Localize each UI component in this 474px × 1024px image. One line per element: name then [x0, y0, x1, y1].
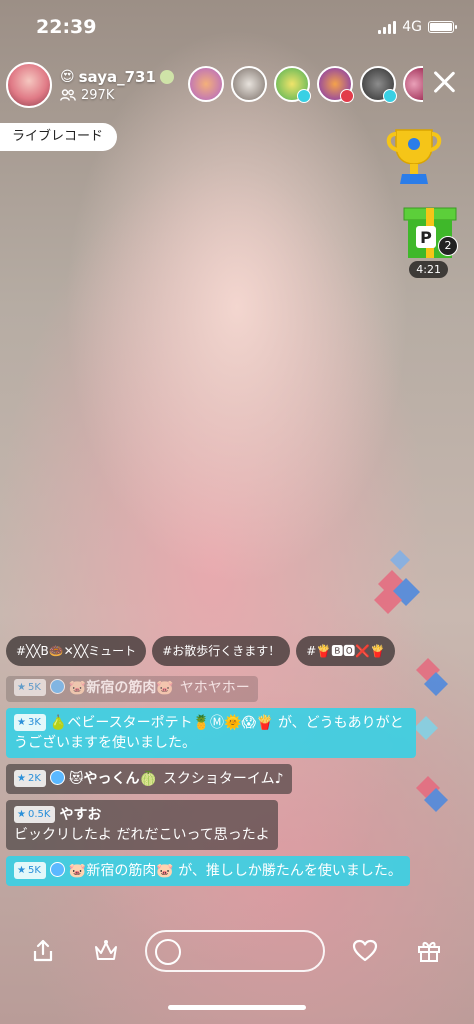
hashtag-chip[interactable]: #🍟🅱🅾❌🍟: [296, 636, 396, 666]
hashtag-row: #╳╳B🍩✕╳╳ミュート #お散歩行くきます！ #🍟🅱🅾❌🍟: [6, 636, 396, 666]
comment-item[interactable]: ★ 5K 🐷新宿の筋肉🐷 が、推ししか勝たんを使いました。: [6, 856, 410, 886]
star-icon: ★: [17, 773, 26, 784]
comment-icon: [155, 939, 181, 965]
viewer-avatar[interactable]: [231, 66, 267, 102]
status-indicators: 4G: [378, 19, 457, 35]
star-icon: ★: [17, 865, 26, 876]
viewer-avatar[interactable]: [403, 66, 423, 102]
heart-eyes-icon: 😍: [60, 68, 75, 85]
host-username: saya_731: [78, 67, 156, 86]
star-icon: ★: [17, 717, 26, 728]
trophy-icon[interactable]: [382, 124, 446, 188]
bottom-action-bar: [0, 926, 474, 976]
battery-icon: [428, 21, 457, 33]
viewer-avatar[interactable]: [188, 66, 224, 102]
comment-username[interactable]: やすお: [59, 807, 101, 823]
comment-text: ヤホヤホー: [179, 680, 250, 696]
hashtag-chip[interactable]: #お散歩行くきます！: [152, 636, 291, 666]
rank-icon: [49, 770, 65, 785]
comment-username[interactable]: 😻やっくん🍈: [69, 771, 157, 787]
comment-text: 🍐ベビースターポテト🍍Ⓜ🌞😱🍟 が、どうもありがとうございますを使いました。: [14, 715, 404, 751]
comment-item[interactable]: ★ 2K 😻やっくん🍈 スクショターイム♪: [6, 764, 292, 794]
viewer-avatar[interactable]: [360, 66, 397, 103]
gift-count-badge: 2: [438, 236, 458, 256]
close-icon[interactable]: [430, 68, 458, 96]
comment-text: ビックリしたよ だれだこいって思ったよ: [14, 827, 270, 843]
fan-level-badge: ★ 3K: [14, 714, 46, 731]
star-icon: ★: [17, 682, 26, 693]
hashtag-chip[interactable]: #╳╳B🍩✕╳╳ミュート: [6, 636, 147, 666]
comment-item[interactable]: ★ 5K 🐷新宿の筋肉🐷 ヤホヤホー: [6, 676, 258, 702]
fan-level-badge: ★ 0.5K: [14, 806, 56, 823]
rank-icon: [49, 679, 65, 694]
followers-icon: [60, 89, 76, 101]
status-bar: 22:39 4G: [0, 0, 474, 56]
comment-feed: ★ 5K 🐷新宿の筋肉🐷 ヤホヤホー ★ 3K 🍐ベビースターポテト🍍Ⓜ🌞😱🍟 が、どうも…: [6, 676, 426, 892]
viewer-avatar[interactable]: [317, 66, 354, 103]
fan-level-badge: ★ 2K: [14, 770, 46, 787]
comment-item[interactable]: ★ 0.5K やすおビックリしたよ だれだこいって思ったよ: [6, 800, 278, 850]
gift-timer: 4:21: [409, 261, 448, 278]
crown-icon[interactable]: [93, 938, 119, 964]
host-profile[interactable]: 😍 saya_731 297K: [6, 62, 174, 108]
heart-icon[interactable]: [352, 938, 378, 964]
home-indicator: [168, 1005, 306, 1010]
viewer-avatars: [188, 66, 423, 103]
svg-text:P: P: [420, 228, 432, 247]
network-type: 4G: [402, 19, 422, 35]
level-badge-icon: [159, 69, 174, 84]
live-record-button[interactable]: ライブレコード: [0, 123, 118, 151]
comment-text: スクショターイム♪: [162, 771, 284, 787]
fan-level-badge: ★ 5K: [14, 862, 46, 879]
rank-icon: [49, 862, 65, 877]
fan-level-badge: ★ 5K: [14, 679, 46, 696]
signal-icon: [378, 20, 397, 34]
comment-text: 🐷新宿の筋肉🐷 が、推ししか勝たんを使いました。: [68, 863, 402, 879]
host-followers-count: 297K: [81, 87, 115, 103]
share-icon[interactable]: [30, 938, 56, 964]
star-icon: ★: [17, 809, 26, 820]
gift-icon[interactable]: [416, 938, 442, 964]
host-avatar[interactable]: [6, 62, 52, 108]
comment-username[interactable]: 🐷新宿の筋肉🐷: [69, 680, 174, 696]
viewer-avatar[interactable]: [274, 66, 311, 103]
comment-input-button[interactable]: [145, 930, 325, 972]
comment-item[interactable]: ★ 3K 🍐ベビースターポテト🍍Ⓜ🌞😱🍟 が、どうもありがとうございますを使いました…: [6, 708, 416, 758]
status-time: 22:39: [36, 16, 97, 38]
